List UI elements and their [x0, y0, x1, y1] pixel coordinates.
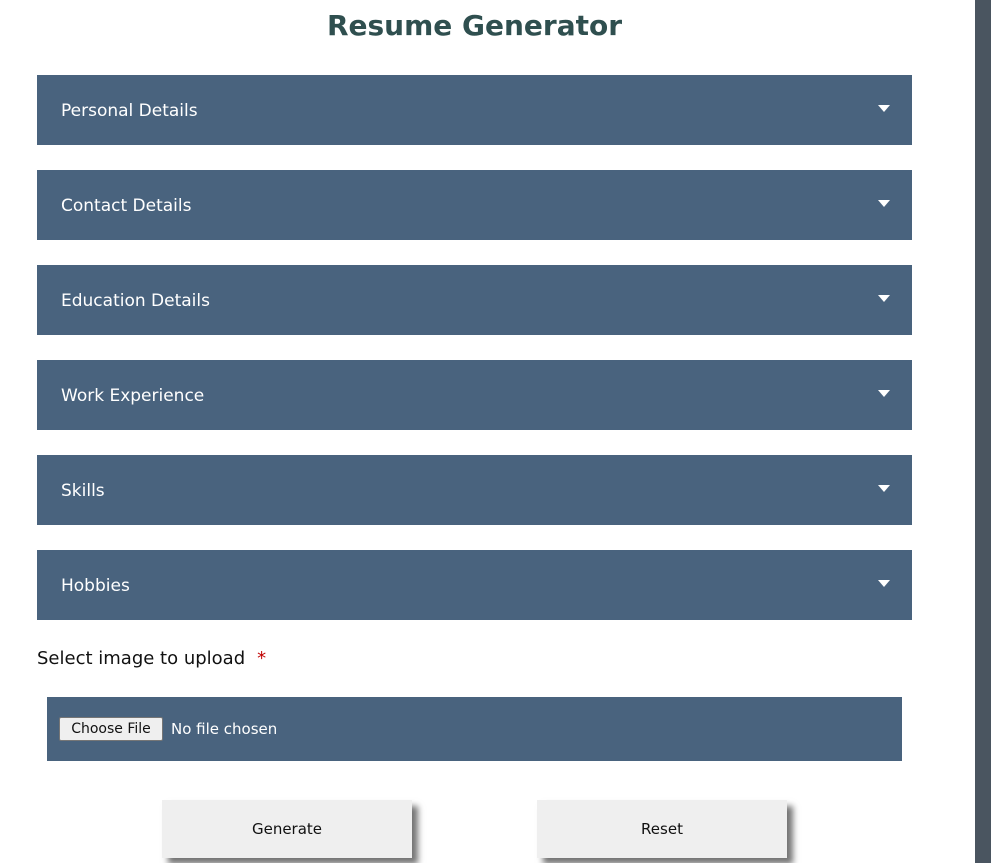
- page-scrollbar[interactable]: [975, 0, 991, 863]
- caret-down-icon: [878, 485, 890, 492]
- section-label: Education Details: [61, 291, 210, 311]
- caret-down-icon: [878, 105, 890, 112]
- caret-down-icon: [878, 200, 890, 207]
- section-skills[interactable]: Skills: [37, 455, 912, 525]
- upload-label-text: Select image to upload: [37, 648, 246, 669]
- choose-file-button[interactable]: Choose File: [59, 717, 163, 741]
- section-work-experience[interactable]: Work Experience: [37, 360, 912, 430]
- file-upload-field: Choose File No file chosen: [47, 697, 902, 761]
- reset-button[interactable]: Reset: [537, 800, 787, 858]
- section-label: Work Experience: [61, 386, 205, 406]
- section-label: Personal Details: [61, 101, 198, 121]
- caret-down-icon: [878, 295, 890, 302]
- file-status-text: No file chosen: [171, 720, 278, 738]
- section-label: Hobbies: [61, 576, 130, 596]
- caret-down-icon: [878, 580, 890, 587]
- section-label: Contact Details: [61, 196, 192, 216]
- upload-label: Select image to upload *: [37, 646, 266, 672]
- caret-down-icon: [878, 390, 890, 397]
- section-hobbies[interactable]: Hobbies: [37, 550, 912, 620]
- required-asterisk: *: [257, 648, 267, 669]
- section-contact-details[interactable]: Contact Details: [37, 170, 912, 240]
- generate-button[interactable]: Generate: [162, 800, 412, 858]
- page-title: Resume Generator: [326, 9, 623, 42]
- section-personal-details[interactable]: Personal Details: [37, 75, 912, 145]
- section-education-details[interactable]: Education Details: [37, 265, 912, 335]
- section-label: Skills: [61, 481, 105, 501]
